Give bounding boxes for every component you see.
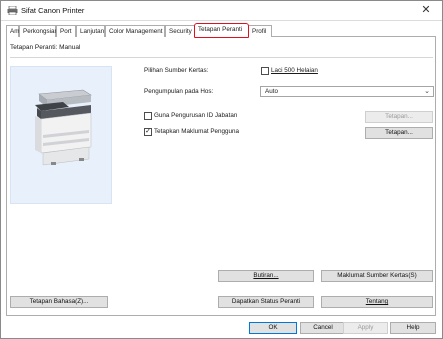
tab-bar: Am Perkongsian Port Lanjutan Color Manag… [6,23,436,38]
tab-lanjutan[interactable]: Lanjutan [76,25,105,37]
collection-select[interactable]: Auto ⌄ [260,86,434,97]
tab-profil[interactable]: Profil [248,25,272,37]
collection-select-value: Auto [265,88,278,95]
paper-source-label: Pilihan Sumber Kertas: [144,67,209,74]
cancel-button[interactable]: Cancel [300,322,346,334]
tab-perkongsian[interactable]: Perkongsian [19,25,59,37]
tab-color-management[interactable]: Color Management [105,25,165,37]
get-device-status-button[interactable]: Dapatkan Status Peranti [218,296,314,308]
window-title: Sifat Canon Printer [21,6,85,15]
collection-label: Pengumpulan pada Hos: [144,88,214,95]
printer-preview [10,66,112,204]
paper-source-info-button[interactable]: Maklumat Sumber Kertas(S) [321,270,433,282]
tab-label: Port [60,28,72,35]
chevron-down-icon: ⌄ [424,88,430,95]
close-button[interactable]: ✕ [412,1,440,20]
ok-button[interactable]: OK [249,322,297,334]
tab-label: Tetapan Peranti [198,26,243,33]
drawer-checkbox-text: Laci 500 Helaian [271,67,318,74]
tab-label: Profil [252,28,267,35]
tab-label: Perkongsian [23,28,59,35]
tab-label: Security [169,28,192,35]
user-info-label[interactable]: Tetapkan Maklumat Pengguna [154,128,239,135]
dept-id-label[interactable]: Guna Pengurusan ID Jabatan [154,112,237,119]
dept-id-checkbox[interactable] [144,112,152,120]
tab-security[interactable]: Security [165,25,195,37]
tab-port[interactable]: Port [56,25,76,37]
apply-button[interactable]: Apply [343,322,388,334]
dept-id-settings-button[interactable]: Tetapan... [365,111,433,123]
help-button[interactable]: Help [390,322,436,334]
printer-illustration [35,89,92,166]
tab-label: Color Management [109,28,163,35]
device-settings-mode-label: Tetapan Peranti: Manual [10,44,81,51]
tab-label: Lanjutan [80,28,105,35]
about-button-label: Tentang [365,298,389,305]
printer-icon [7,6,18,15]
tab-am[interactable]: Am [6,25,19,37]
user-info-settings-button[interactable]: Tetapan... [365,127,433,139]
title-bar: Sifat Canon Printer ✕ [1,1,442,21]
language-settings-button[interactable]: Tetapan Bahasa(Z)... [10,296,108,308]
tab-tetapan-peranti[interactable]: Tetapan Peranti [194,23,249,38]
drawer-checkbox-label[interactable]: Laci 500 Helaian [271,67,318,74]
user-info-checkbox[interactable]: ✓ [144,128,152,136]
drawer-checkbox[interactable] [261,67,269,75]
options-button-label: Butiran... [253,272,279,279]
printer-properties-window: Sifat Canon Printer ✕ Am Perkongsian Por… [0,0,443,339]
options-button[interactable]: Butiran... [218,270,314,282]
divider [10,57,433,58]
about-button[interactable]: Tentang [321,296,433,308]
